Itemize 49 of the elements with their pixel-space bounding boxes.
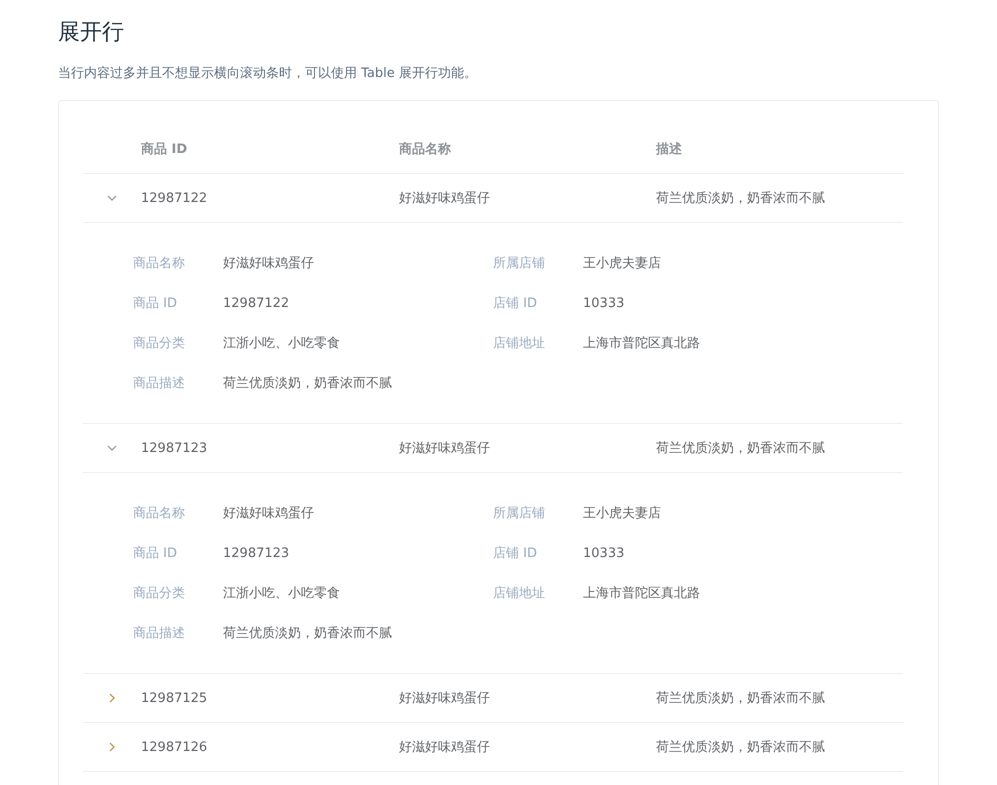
detail-label: 所属店铺 [493,505,546,522]
detail-label: 店铺 ID [493,295,538,312]
detail-label: 店铺地址 [493,335,546,352]
detail-value: 12987122 [223,296,290,310]
detail-label: 店铺地址 [493,585,546,602]
column-header: 商品 ID [141,140,188,158]
detail-value: 王小虎夫妻店 [583,505,661,522]
expand-chevron-icon[interactable] [107,193,117,203]
table-cell-text: 12987123 [141,440,208,456]
detail-label: 店铺 ID [493,545,538,562]
table-cell-text: 好滋好味鸡蛋仔 [399,440,491,457]
page-title: 展开行 [58,19,125,47]
detail-label: 商品分类 [133,335,186,352]
expand-chevron-icon[interactable] [107,693,117,703]
detail-label: 商品描述 [133,375,186,392]
detail-label: 商品分类 [133,585,186,602]
column-header: 商品名称 [399,140,452,158]
detail-value: 10333 [583,546,624,560]
detail-value: 10333 [583,296,624,310]
detail-label: 商品 ID [133,295,178,312]
detail-value: 荷兰优质淡奶，奶香浓而不腻 [223,375,392,392]
description-text: 当行内容过多并且不想显示横向滚动条时，可以使用 Table 展开行功能。 [58,65,478,83]
table-cell-text: 12987126 [141,740,208,754]
detail-value: 好滋好味鸡蛋仔 [223,505,314,522]
table-cell-text: 荷兰优质淡奶，奶香浓而不腻 [656,690,826,707]
detail-label: 商品描述 [133,625,186,642]
table-cell-text: 12987125 [141,690,208,706]
table-cell-text: 荷兰优质淡奶，奶香浓而不腻 [656,190,826,207]
detail-label: 商品名称 [133,255,186,272]
detail-value: 荷兰优质淡奶，奶香浓而不腻 [223,625,392,642]
detail-value: 12987123 [223,546,290,560]
table-cell-text: 好滋好味鸡蛋仔 [399,690,491,707]
detail-value: 好滋好味鸡蛋仔 [223,255,314,272]
detail-label: 所属店铺 [493,255,546,272]
column-header: 描述 [656,141,683,158]
detail-label: 商品名称 [133,505,186,522]
detail-value: 王小虎夫妻店 [583,255,661,272]
detail-value: 江浙小吃、小吃零食 [223,585,340,602]
expand-chevron-icon[interactable] [107,443,117,453]
detail-label: 商品 ID [133,545,178,562]
detail-value: 上海市普陀区真北路 [583,334,700,352]
detail-value: 江浙小吃、小吃零食 [223,335,340,352]
table-cell-text: 好滋好味鸡蛋仔 [399,190,491,207]
table-cell-text: 好滋好味鸡蛋仔 [399,739,491,756]
detail-value: 上海市普陀区真北路 [583,584,700,602]
table-cell-text: 12987122 [141,190,208,206]
table-cell-text: 荷兰优质淡奶，奶香浓而不腻 [656,739,826,756]
table-cell-text: 荷兰优质淡奶，奶香浓而不腻 [656,440,826,457]
expand-chevron-icon[interactable] [107,742,117,752]
